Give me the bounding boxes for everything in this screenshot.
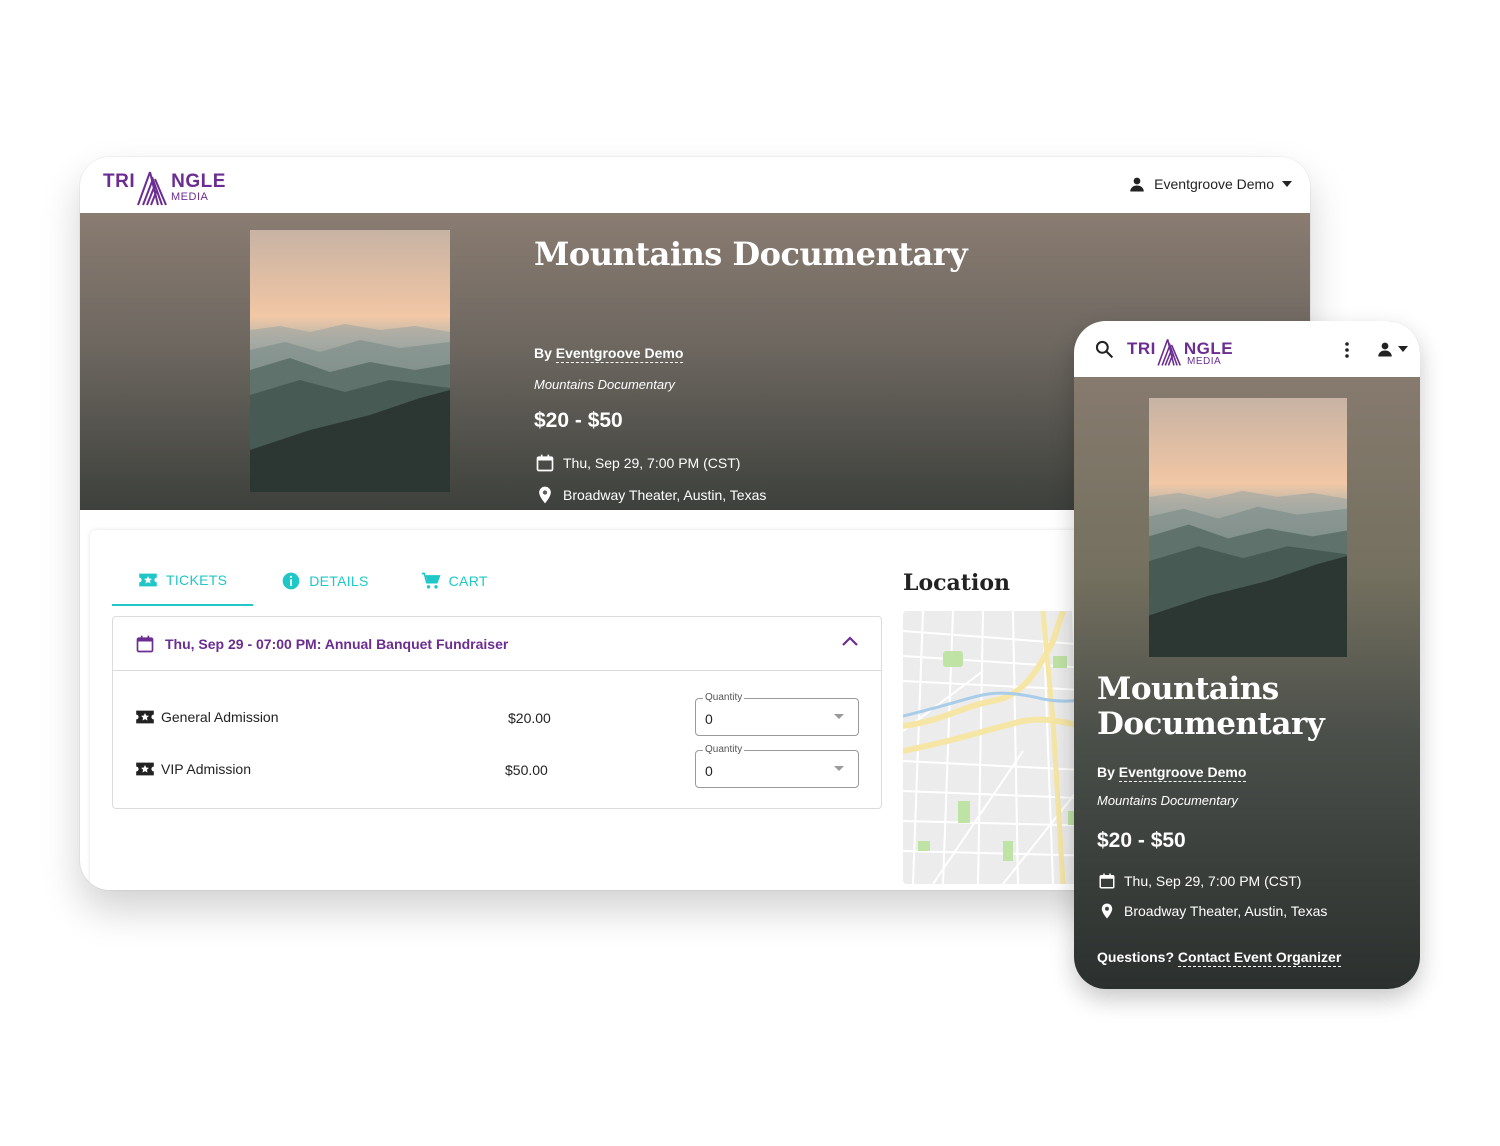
event-subtitle: Mountains Documentary [534,377,675,392]
event-date: Thu, Sep 29, 7:00 PM (CST) [535,453,740,473]
location-map[interactable] [903,611,1103,884]
contact-organizer-link[interactable]: Contact Event Organizer [1177,949,1342,967]
organizer-link[interactable]: Eventgroove Demo [1118,764,1247,782]
organizer-link[interactable]: Eventgroove Demo [555,345,684,363]
calendar-icon [536,454,554,472]
mobile-window: TRI NGLE MEDIA Mountains Documentary By … [1074,321,1420,989]
chevron-up-icon[interactable] [841,635,859,647]
user-icon [1130,177,1144,192]
ticket-name-text: VIP Admission [161,761,252,777]
user-icon [1378,342,1392,357]
map-pin-icon [539,486,551,504]
logo-subtext: MEDIA [171,191,209,203]
event-location: Broadway Theater, Austin, Texas [1098,902,1327,920]
brand-logo[interactable]: TRI NGLE MEDIA [1127,337,1233,367]
event-organizer: By Eventgroove Demo [1097,764,1247,782]
event-price-range: $20 - $50 [534,409,623,432]
ticket-name: General Admission [135,709,279,725]
ticket-row: General Admission $20.00 Quantity 0 [135,692,860,736]
tab-tickets-label: TICKETS [166,572,228,588]
by-prefix: By [534,345,552,361]
caret-down-icon [834,766,844,771]
cart-icon [421,572,441,589]
mobile-header: TRI NGLE MEDIA [1074,321,1420,377]
ticket-name: VIP Admission [135,761,251,777]
brand-logo[interactable]: TRI NGLE MEDIA [103,169,226,207]
ticket-row: VIP Admission $50.00 Quantity 0 [135,744,860,788]
logo-triangle-icon [1157,339,1181,366]
logo-text-right: NGLE [171,171,226,192]
ticket-star-icon [136,762,154,776]
tab-bar: TICKETS DETAILS CART [112,556,514,606]
quantity-select[interactable]: Quantity 0 [695,744,859,788]
ticket-star-icon [139,573,157,587]
quantity-select[interactable]: Quantity 0 [695,692,859,736]
questions-prefix: Questions? [1097,949,1175,965]
accordion-header[interactable]: Thu, Sep 29 - 07:00 PM: Annual Banquet F… [113,617,881,671]
accordion-title: Thu, Sep 29 - 07:00 PM: Annual Banquet F… [165,635,509,652]
tab-tickets[interactable]: TICKETS [112,556,254,606]
quantity-value: 0 [705,763,713,779]
event-date: Thu, Sep 29, 7:00 PM (CST) [1098,872,1301,890]
more-vert-icon[interactable] [1344,341,1350,359]
user-name: Eventgroove Demo [1154,176,1274,192]
calendar-icon [1099,873,1115,889]
map-pin-icon [1101,903,1113,919]
caret-down-icon [1398,346,1408,352]
stage: TRI NGLE MEDIA Eventgroove Demo Mountain… [0,0,1500,1146]
search-icon[interactable] [1094,339,1114,359]
event-subtitle: Mountains Documentary [1097,793,1238,808]
ticket-star-icon [136,710,154,724]
tab-cart-label: CART [448,573,488,589]
logo-subtext: MEDIA [1187,356,1222,367]
info-icon [282,572,300,590]
contact-organizer: Questions? Contact Event Organizer [1097,949,1342,967]
event-title: Mountains Documentary [534,235,968,273]
tab-cart[interactable]: CART [395,556,514,606]
ticket-name-text: General Admission [161,709,279,725]
quantity-label: Quantity [703,744,745,755]
location-heading: Location [903,570,1010,596]
event-poster-image [1149,398,1347,657]
logo-text-left: TRI [1127,339,1156,358]
desktop-header: TRI NGLE MEDIA Eventgroove Demo [80,157,1310,213]
ticket-price: $20.00 [508,710,551,726]
user-menu[interactable] [1376,340,1408,358]
quantity-value: 0 [705,711,713,727]
event-date-text: Thu, Sep 29, 7:00 PM (CST) [563,455,741,471]
event-price-range: $20 - $50 [1097,829,1186,852]
event-location-text: Broadway Theater, Austin, Texas [1124,903,1328,919]
event-location: Broadway Theater, Austin, Texas [535,485,766,505]
tab-details[interactable]: DETAILS [253,556,394,606]
logo-triangle-icon [137,171,168,206]
user-menu[interactable]: Eventgroove Demo [1128,175,1292,193]
event-date-text: Thu, Sep 29, 7:00 PM (CST) [1124,873,1302,889]
caret-down-icon [1282,181,1292,187]
event-poster-image [250,230,450,492]
event-location-text: Broadway Theater, Austin, Texas [563,487,767,503]
quantity-label: Quantity [703,692,745,703]
caret-down-icon [834,714,844,719]
event-organizer: By Eventgroove Demo [534,345,684,363]
calendar-icon [136,635,154,652]
ticket-price: $50.00 [505,762,548,778]
event-session-accordion: Thu, Sep 29 - 07:00 PM: Annual Banquet F… [112,616,882,809]
by-prefix: By [1097,764,1115,780]
event-title: Mountains Documentary [1097,671,1325,742]
tab-details-label: DETAILS [309,573,369,589]
logo-text-left: TRI [103,171,136,192]
